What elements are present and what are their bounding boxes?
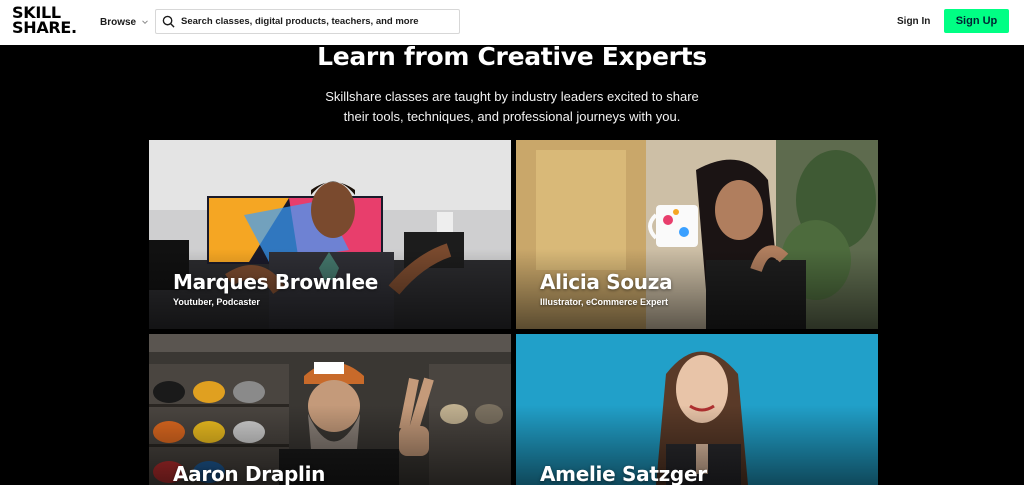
skillshare-logo[interactable]: SKILL SHARE.: [12, 5, 77, 39]
logo-line-2: SHARE.: [12, 18, 77, 37]
search-icon: [162, 15, 175, 28]
sign-up-button[interactable]: Sign Up: [944, 9, 1009, 33]
browse-label: Browse: [100, 16, 137, 28]
expert-card[interactable]: Aaron Draplin: [149, 334, 511, 485]
search-input[interactable]: [181, 16, 459, 27]
expert-role: Youtuber, Podcaster: [173, 297, 260, 307]
top-nav: SKILL SHARE. Browse Sign In Sign Up: [0, 0, 1024, 45]
section-title: Learn from Creative Experts: [317, 42, 707, 71]
expert-name: Alicia Souza: [540, 270, 673, 294]
sign-in-link[interactable]: Sign In: [897, 13, 930, 31]
expert-role: Illustrator, eCommerce Expert: [540, 297, 669, 307]
chevron-down-icon: [142, 20, 148, 25]
expert-card[interactable]: Amelie Satzger: [516, 334, 878, 485]
expert-name: Amelie Satzger: [540, 462, 707, 485]
expert-card[interactable]: Marques Brownlee Youtuber, Podcaster: [149, 140, 511, 329]
search-box[interactable]: [155, 9, 460, 34]
expert-card[interactable]: Alicia Souza Illustrator, eCommerce Expe…: [516, 140, 878, 329]
browse-menu[interactable]: Browse: [100, 13, 149, 31]
section-subtitle: Skillshare classes are taught by industr…: [325, 89, 699, 124]
expert-name: Marques Brownlee: [173, 270, 378, 294]
expert-name: Aaron Draplin: [173, 462, 326, 485]
